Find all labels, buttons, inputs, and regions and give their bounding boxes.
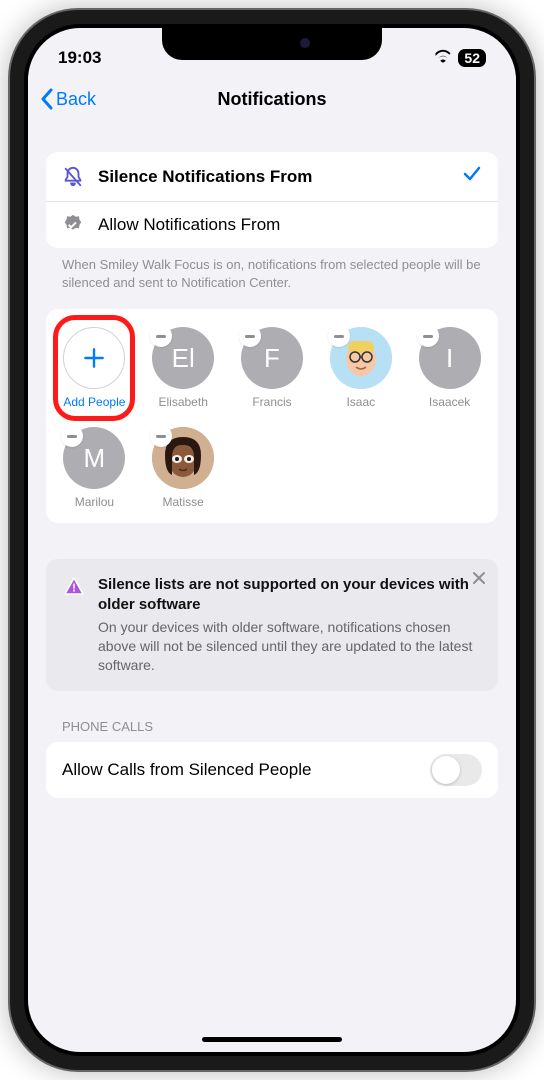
avatar-memoji xyxy=(330,327,392,389)
battery-level: 52 xyxy=(458,49,486,67)
remove-person-button[interactable] xyxy=(417,325,439,347)
remove-person-button[interactable] xyxy=(61,425,83,447)
avatar: I xyxy=(419,327,481,389)
add-people-label: Add People xyxy=(63,395,125,409)
screen: 19:03 52 Back Notifications xyxy=(28,28,516,1052)
warning-title: Silence lists are not supported on your … xyxy=(98,575,480,614)
warning-icon xyxy=(64,577,84,597)
remove-person-button[interactable] xyxy=(239,325,261,347)
remove-person-button[interactable] xyxy=(328,325,350,347)
back-label: Back xyxy=(56,89,96,110)
person-marilou[interactable]: M Marilou xyxy=(50,427,139,509)
checkmark-icon xyxy=(462,164,482,189)
remove-person-button[interactable] xyxy=(150,325,172,347)
nav-bar: Back Notifications xyxy=(28,76,516,122)
avatar-initials: F xyxy=(264,343,280,374)
allow-option[interactable]: Allow Notifications From xyxy=(46,202,498,248)
allow-calls-row[interactable]: Allow Calls from Silenced People xyxy=(46,742,498,798)
avatar-memoji xyxy=(152,427,214,489)
bell-slash-icon xyxy=(62,166,84,188)
allow-calls-toggle[interactable] xyxy=(430,754,482,786)
phone-calls-header: PHONE CALLS xyxy=(46,691,498,742)
badge-check-icon xyxy=(62,214,84,236)
person-elisabeth[interactable]: El Elisabeth xyxy=(139,327,228,409)
person-label: Isaacek xyxy=(429,395,470,409)
back-button[interactable]: Back xyxy=(40,88,96,110)
plus-icon xyxy=(63,327,125,389)
notification-mode-card: Silence Notifications From Allow Notific… xyxy=(46,152,498,248)
warning-body-text: On your devices with older software, not… xyxy=(98,618,480,675)
person-label: Francis xyxy=(252,395,291,409)
person-matisse[interactable]: Matisse xyxy=(139,427,228,509)
wifi-icon xyxy=(434,48,452,68)
close-warning-button[interactable] xyxy=(472,571,486,590)
person-francis[interactable]: F Francis xyxy=(228,327,317,409)
front-camera-dot xyxy=(300,38,310,48)
person-label: Matisse xyxy=(163,495,204,509)
silence-label: Silence Notifications From xyxy=(98,167,448,187)
avatar-initials: I xyxy=(446,343,453,374)
add-people-button[interactable]: Add People xyxy=(50,327,139,409)
notch xyxy=(162,28,382,60)
content: Silence Notifications From Allow Notific… xyxy=(28,152,516,798)
avatar: El xyxy=(152,327,214,389)
person-isaacek[interactable]: I Isaacek xyxy=(405,327,494,409)
page-title: Notifications xyxy=(217,89,326,110)
person-label: Isaac xyxy=(346,395,375,409)
device-bezel: 19:03 52 Back Notifications xyxy=(24,24,520,1056)
device-frame: 19:03 52 Back Notifications xyxy=(10,10,534,1070)
toggle-knob xyxy=(432,756,460,784)
warning-card: Silence lists are not supported on your … xyxy=(46,559,498,691)
help-text: When Smiley Walk Focus is on, notificati… xyxy=(46,248,498,291)
person-label: Elisabeth xyxy=(159,395,208,409)
avatar: F xyxy=(241,327,303,389)
person-label: Marilou xyxy=(75,495,114,509)
allow-label: Allow Notifications From xyxy=(98,215,482,235)
avatar-initials: El xyxy=(172,343,195,374)
avatar: M xyxy=(63,427,125,489)
person-isaac[interactable]: Isaac xyxy=(316,327,405,409)
silence-option[interactable]: Silence Notifications From xyxy=(46,152,498,202)
status-time: 19:03 xyxy=(58,48,101,68)
home-indicator[interactable] xyxy=(202,1037,342,1042)
people-grid: Add People El Elisabeth F xyxy=(46,309,498,523)
avatar-initials: M xyxy=(84,443,106,474)
allow-calls-label: Allow Calls from Silenced People xyxy=(62,760,311,780)
